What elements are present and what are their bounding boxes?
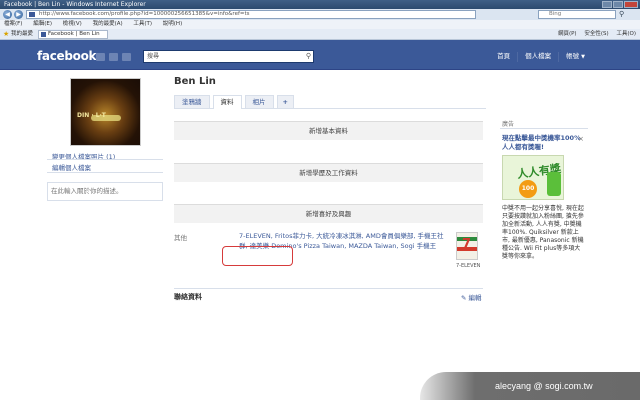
ad-body-text: 中獎不用一起分享喜悅, 現在起只要按讚就加入粉絲團, 搶先參加全新活動, 人人有…	[502, 205, 584, 260]
favorites-bar: ★ 我的最愛 Facebook | Ben Lin 網頁(P) 安全性(S) 工…	[0, 29, 640, 40]
facebook-search-input[interactable]: 搜尋 ⚲	[143, 50, 314, 63]
search-icon[interactable]: ⚲	[619, 11, 624, 18]
profile-picture[interactable]: DIN · L·T	[70, 78, 141, 146]
window-titlebar: Facebook | Ben Lin - Windows Internet Ex…	[0, 0, 640, 9]
close-icon[interactable]: ×	[578, 135, 584, 143]
star-icon[interactable]: ★	[3, 29, 9, 40]
address-text: http://www.facebook.com/profile.php?id=1…	[39, 11, 250, 17]
ad-title-link[interactable]: 現在點擊最中獎機率100%人人都有獎喔!	[502, 134, 582, 152]
site-favicon-icon	[29, 12, 35, 17]
browser-search-input[interactable]: Bing	[538, 10, 616, 19]
nav-profile[interactable]: 個人檔案	[517, 52, 558, 62]
edit-profile-link[interactable]: 編輯個人檔案	[52, 162, 91, 172]
divider	[500, 128, 588, 129]
picture-caption: DIN · L·T	[77, 112, 106, 119]
tab-wall[interactable]: 塗鴉牆	[174, 95, 210, 108]
maximize-button[interactable]	[613, 1, 623, 8]
magnifier-icon[interactable]: ⚲	[306, 52, 311, 61]
command-safety[interactable]: 安全性(S)	[584, 31, 608, 37]
forward-button[interactable]: ▶	[14, 10, 23, 19]
menu-tools[interactable]: 工具(T)	[133, 21, 152, 27]
command-page[interactable]: 網頁(P)	[558, 31, 577, 37]
nav-home[interactable]: 首頁	[490, 52, 517, 62]
watermark-text: alecyang @ sogi.com.tw	[495, 381, 593, 391]
add-interests-button[interactable]: 新增喜好及興趣	[174, 204, 483, 223]
address-input[interactable]: http://www.facebook.com/profile.php?id=1…	[26, 10, 476, 19]
favorites-label[interactable]: 我的最愛	[11, 29, 33, 40]
close-button[interactable]	[624, 1, 638, 8]
nav-account[interactable]: 帳號 ▼	[558, 52, 592, 62]
add-basic-info-button[interactable]: 新增基本資料	[174, 121, 483, 140]
bio-input[interactable]: 在此輸入關於你的描述。	[47, 182, 163, 201]
seven-eleven-label: 7-ELEVEN	[456, 263, 481, 269]
profile-name: Ben Lin	[174, 76, 216, 87]
nav-account-label: 帳號	[566, 52, 580, 60]
browser-tab-title: Facebook | Ben Lin	[48, 31, 100, 37]
browser-search-placeholder: Bing	[549, 11, 562, 17]
menu-view[interactable]: 檢視(V)	[63, 21, 82, 27]
divider	[47, 172, 163, 173]
divider	[174, 288, 483, 289]
edit-contact-label: 編輯	[468, 294, 482, 302]
seven-eleven-logo[interactable]: 7	[456, 232, 478, 260]
chevron-down-icon: ▼	[581, 54, 585, 60]
notifications-icon[interactable]	[122, 53, 131, 61]
menu-favorites[interactable]: 我的最愛(A)	[93, 21, 123, 27]
contact-section-title: 聯絡資料	[174, 293, 202, 301]
notification-jewels	[96, 53, 131, 61]
divider	[47, 159, 163, 160]
back-button[interactable]: ◀	[3, 10, 12, 19]
window-title: Facebook | Ben Lin - Windows Internet Ex…	[4, 1, 146, 8]
ads-label: 廣告	[502, 121, 515, 128]
ad-image-mascot	[547, 172, 561, 196]
menu-help[interactable]: 說明(H)	[163, 21, 182, 27]
facebook-header: facebook 搜尋 ⚲ 首頁 個人檔案 帳號 ▼	[0, 40, 640, 70]
facebook-search-placeholder: 搜尋	[147, 53, 160, 60]
facebook-favicon-icon	[41, 32, 46, 37]
messages-icon[interactable]	[109, 53, 118, 61]
browser-tab[interactable]: Facebook | Ben Lin	[38, 30, 108, 39]
command-tools[interactable]: 工具(O)	[616, 31, 636, 37]
highlight-annotation	[222, 246, 293, 266]
add-tab-button[interactable]: +	[276, 95, 294, 108]
address-bar-row: ◀ ▶ http://www.facebook.com/profile.php?…	[0, 9, 640, 20]
minimize-button[interactable]	[602, 1, 612, 8]
command-bar: 網頁(P) 安全性(S) 工具(O)	[552, 29, 636, 40]
window-controls	[602, 1, 638, 8]
menu-file[interactable]: 檔案(F)	[4, 21, 22, 27]
pencil-icon: ✎	[461, 294, 467, 302]
menu-bar: 檔案(F) 編輯(E) 檢視(V) 我的最愛(A) 工具(T) 說明(H)	[0, 20, 640, 29]
tab-photos[interactable]: 相片	[244, 95, 274, 108]
facebook-logo[interactable]: facebook	[37, 49, 97, 63]
add-education-button[interactable]: 新增學歷及工作資料	[174, 163, 483, 182]
other-label: 其他	[174, 234, 187, 242]
logo-seven: 7	[462, 237, 472, 252]
ad-image[interactable]: 人人有獎 100	[502, 155, 564, 200]
edit-contact-link[interactable]: ✎ 編輯	[461, 292, 482, 302]
profile-tabs: 塗鴉牆 資料 相片 +	[174, 95, 486, 109]
friend-requests-icon[interactable]	[96, 53, 105, 61]
tab-info[interactable]: 資料	[212, 95, 242, 109]
facebook-top-nav: 首頁 個人檔案 帳號 ▼	[490, 52, 592, 62]
menu-edit[interactable]: 編輯(E)	[33, 21, 52, 27]
ad-image-badge: 100	[519, 180, 537, 198]
